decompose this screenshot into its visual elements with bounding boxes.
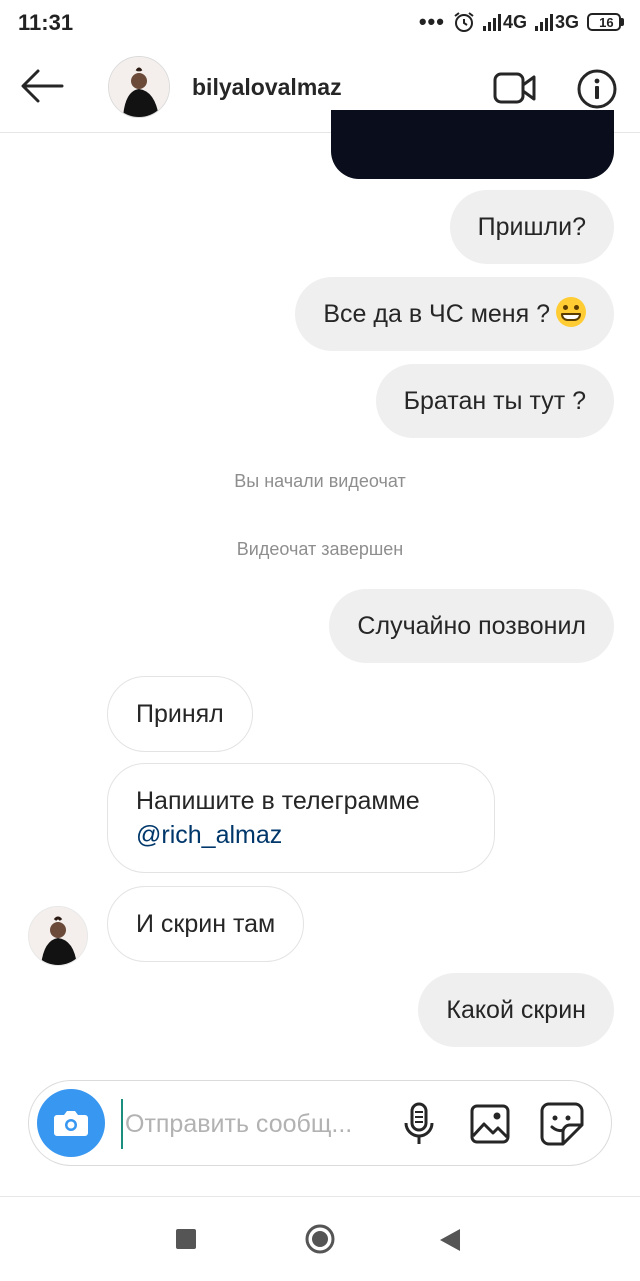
message-text: Напишите в телеграмме xyxy=(136,787,420,815)
message-text: Какой скрин xyxy=(446,996,586,1024)
message-input[interactable] xyxy=(121,1099,387,1149)
message-text: И скрин там xyxy=(136,910,276,938)
battery-level: 16 xyxy=(599,14,614,30)
message-text: Все да в ЧС меня ? xyxy=(323,300,550,328)
arrow-left-icon xyxy=(21,69,64,103)
alarm-icon xyxy=(454,12,474,32)
message-text: Случайно позвонил xyxy=(357,612,586,640)
profile-photo xyxy=(109,57,169,117)
video-call-button[interactable] xyxy=(492,68,538,108)
message-outgoing[interactable]: Все да в ЧС меня ? xyxy=(295,277,614,351)
network-3g: 3G xyxy=(534,11,579,33)
camera-icon xyxy=(54,1111,88,1136)
voice-message-button[interactable] xyxy=(399,1101,439,1147)
message-incoming[interactable]: Напишите в телеграмме @rich_almaz xyxy=(107,763,495,873)
system-message: Видеочат завершен xyxy=(236,539,404,559)
media-message[interactable] xyxy=(331,110,614,179)
info-button[interactable] xyxy=(576,68,618,110)
status-indicators: ••• 4G 3G 16 xyxy=(419,8,624,36)
home-button[interactable] xyxy=(304,1223,336,1255)
triangle-back-icon xyxy=(440,1229,460,1251)
signal-icon xyxy=(534,13,553,31)
sticker-icon xyxy=(540,1102,584,1146)
message-text: Братан ты тут ? xyxy=(403,387,586,415)
network-3g-label: 3G xyxy=(554,11,579,32)
message-outgoing[interactable]: Пришли? xyxy=(449,190,614,264)
avatar[interactable] xyxy=(28,906,88,966)
mention-link[interactable]: @rich_almaz xyxy=(136,821,282,849)
network-4g: 4G xyxy=(482,11,527,33)
system-nav-bar xyxy=(0,1196,640,1281)
notification-dots: ••• xyxy=(418,9,445,34)
nav-back-button[interactable] xyxy=(438,1227,462,1253)
message-text: Пришли? xyxy=(477,213,586,241)
message-outgoing[interactable]: Братан ты тут ? xyxy=(375,364,614,438)
status-bar: 11:31 ••• 4G 3G 16 xyxy=(0,0,640,44)
microphone-icon xyxy=(404,1102,434,1144)
gallery-button[interactable] xyxy=(469,1103,511,1145)
info-icon xyxy=(577,69,617,109)
sticker-button[interactable] xyxy=(539,1101,585,1147)
message-incoming[interactable]: И скрин там xyxy=(107,886,305,962)
message-text: Принял xyxy=(136,700,224,728)
recent-apps-button[interactable] xyxy=(176,1229,196,1249)
camera-button[interactable] xyxy=(37,1089,105,1157)
network-4g-label: 4G xyxy=(502,11,527,32)
signal-icon xyxy=(482,13,501,31)
message-outgoing[interactable]: Случайно позвонил xyxy=(329,589,614,663)
status-time: 11:31 xyxy=(18,10,74,35)
message-composer xyxy=(28,1080,612,1166)
gallery-icon xyxy=(470,1104,510,1144)
home-circle-icon xyxy=(305,1224,335,1254)
username[interactable]: bilyalovalmaz xyxy=(192,74,342,101)
profile-photo xyxy=(29,907,87,965)
avatar[interactable] xyxy=(108,56,170,118)
back-button[interactable] xyxy=(18,66,66,106)
video-camera-icon xyxy=(493,72,536,104)
system-message: Вы начали видеочат xyxy=(234,471,406,491)
message-incoming[interactable]: Принял xyxy=(107,676,253,752)
message-outgoing[interactable]: Какой скрин xyxy=(418,973,614,1047)
battery-icon: 16 xyxy=(587,13,624,31)
grinning-face-icon xyxy=(556,297,586,327)
